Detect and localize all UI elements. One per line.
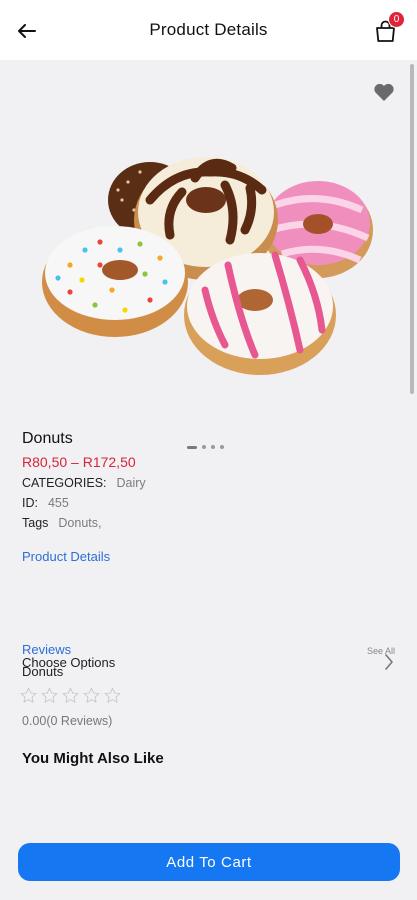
star-icon — [83, 687, 100, 704]
id-row: ID: 455 — [22, 496, 402, 510]
product-name: Donuts — [22, 430, 73, 447]
tags-label: Tags — [22, 516, 49, 530]
product-price: R80,50 – R172,50 — [22, 454, 136, 470]
you-might-also-like-heading: You Might Also Like — [22, 750, 164, 767]
page-title: Product Details — [149, 20, 268, 39]
favorite-button[interactable] — [373, 82, 395, 102]
categories-row: CATEGORIES: Dairy — [22, 476, 402, 490]
see-all-link[interactable]: See All — [367, 646, 395, 656]
review-product-name: Donuts — [22, 664, 64, 679]
rating-stars — [20, 687, 121, 704]
star-icon — [41, 687, 58, 704]
star-icon — [62, 687, 79, 704]
id-value: 455 — [47, 496, 69, 510]
cart-count-badge: 0 — [388, 11, 405, 28]
categories-label: CATEGORIES: — [22, 476, 107, 490]
arrow-left-icon — [18, 24, 36, 38]
scrollbar-thumb[interactable] — [410, 64, 414, 394]
heart-icon — [374, 83, 394, 101]
product-details-link[interactable]: Product Details — [22, 549, 110, 564]
add-to-cart-button[interactable]: Add To Cart — [18, 843, 400, 881]
product-image-carousel[interactable] — [0, 60, 417, 460]
reviews-link[interactable]: Reviews — [22, 642, 71, 657]
rating-summary: 0.00(0 Reviews) — [22, 714, 113, 728]
id-label: ID: — [22, 496, 38, 510]
top-app-bar: Product Details 0 — [0, 0, 417, 60]
star-icon — [104, 687, 121, 704]
tags-row: Tags Donuts, — [22, 516, 402, 530]
cart-button[interactable]: 0 — [369, 11, 405, 48]
choose-options-row[interactable]: Choose Options — [22, 647, 394, 677]
product-info: Donuts R80,50 – R172,50 CATEGORIES: Dair… — [22, 430, 402, 530]
star-icon — [20, 687, 37, 704]
tags-value[interactable]: Donuts, — [58, 516, 101, 530]
categories-value[interactable]: Dairy — [117, 476, 146, 490]
donuts-image — [42, 157, 373, 375]
chevron-right-icon — [385, 654, 393, 670]
product-content: Donuts R80,50 – R172,50 CATEGORIES: Dair… — [0, 60, 417, 900]
back-button[interactable] — [14, 18, 40, 44]
